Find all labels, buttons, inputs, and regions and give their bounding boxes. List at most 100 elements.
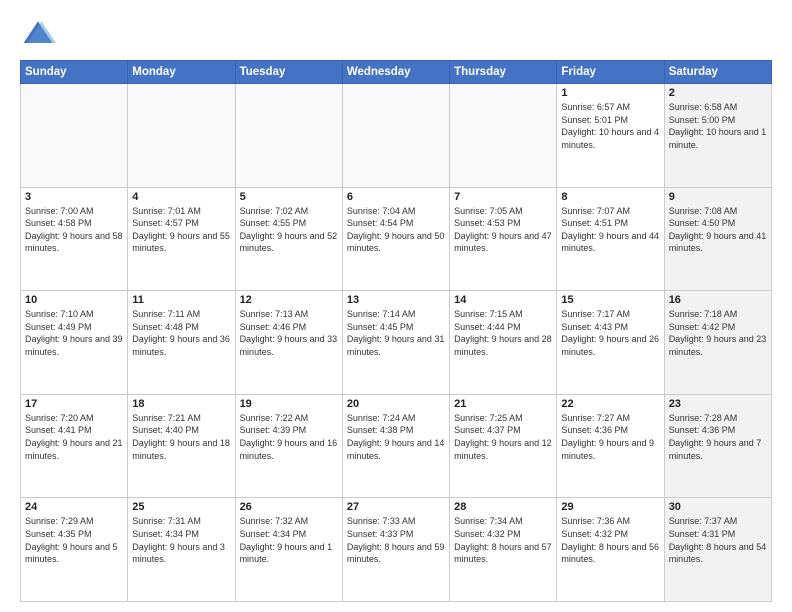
- day-number: 14: [454, 294, 552, 306]
- calendar-cell: 27 Sunrise: 7:33 AM Sunset: 4:33 PM Dayli…: [342, 498, 449, 602]
- day-number: 26: [240, 501, 338, 513]
- weekday-header-saturday: Saturday: [664, 61, 771, 84]
- calendar-cell: 12 Sunrise: 7:13 AM Sunset: 4:46 PM Dayli…: [235, 291, 342, 395]
- day-info: Sunrise: 7:02 AM Sunset: 4:55 PM Dayligh…: [240, 205, 338, 255]
- day-number: 27: [347, 501, 445, 513]
- calendar-cell: 8Sunrise: 7:07 AM Sunset: 4:51 PM Daylig…: [557, 187, 664, 291]
- day-number: 5: [240, 191, 338, 203]
- page: SundayMondayTuesdayWednesdayThursdayFrid…: [0, 0, 792, 612]
- header: [20, 16, 772, 52]
- weekday-header-tuesday: Tuesday: [235, 61, 342, 84]
- day-info: Sunrise: 7:25 AM Sunset: 4:37 PM Dayligh…: [454, 412, 552, 462]
- calendar-week-1: 1 Sunrise: 6:57 AM Sunset: 5:01 PM Daylig…: [21, 84, 772, 188]
- day-info: Sunrise: 7:37 AM Sunset: 4:31 PM Dayligh…: [669, 515, 767, 565]
- day-number: 19: [240, 398, 338, 410]
- calendar-cell: 25 Sunrise: 7:31 AM Sunset: 4:34 PM Dayli…: [128, 498, 235, 602]
- calendar-cell: 23 Sunrise: 7:28 AM Sunset: 4:36 PM Dayli…: [664, 394, 771, 498]
- logo: [20, 16, 60, 52]
- day-number: 6: [347, 191, 445, 203]
- calendar-cell: 29 Sunrise: 7:36 AM Sunset: 4:32 PM Dayli…: [557, 498, 664, 602]
- day-number: 24: [25, 501, 123, 513]
- weekday-header-friday: Friday: [557, 61, 664, 84]
- day-info: Sunrise: 7:05 AM Sunset: 4:53 PM Dayligh…: [454, 205, 552, 255]
- day-info: Sunrise: 7:28 AM Sunset: 4:36 PM Dayligh…: [669, 412, 767, 462]
- calendar-cell: 17 Sunrise: 7:20 AM Sunset: 4:41 PM Dayli…: [21, 394, 128, 498]
- day-number: 21: [454, 398, 552, 410]
- weekday-header-thursday: Thursday: [450, 61, 557, 84]
- day-info: Sunrise: 7:33 AM Sunset: 4:33 PM Dayligh…: [347, 515, 445, 565]
- calendar-cell: 1 Sunrise: 6:57 AM Sunset: 5:01 PM Daylig…: [557, 84, 664, 188]
- calendar-cell: 2Sunrise: 6:58 AM Sunset: 5:00 PM Daylig…: [664, 84, 771, 188]
- day-info: Sunrise: 7:07 AM Sunset: 4:51 PM Dayligh…: [561, 205, 659, 255]
- day-info: Sunrise: 7:32 AM Sunset: 4:34 PM Dayligh…: [240, 515, 338, 565]
- day-info: Sunrise: 7:11 AM Sunset: 4:48 PM Dayligh…: [132, 308, 230, 358]
- calendar-cell: [235, 84, 342, 188]
- day-info: Sunrise: 7:36 AM Sunset: 4:32 PM Dayligh…: [561, 515, 659, 565]
- calendar-cell: 6Sunrise: 7:04 AM Sunset: 4:54 PM Daylig…: [342, 187, 449, 291]
- calendar-cell: 5 Sunrise: 7:02 AM Sunset: 4:55 PM Daylig…: [235, 187, 342, 291]
- calendar-cell: 4 Sunrise: 7:01 AM Sunset: 4:57 PM Daylig…: [128, 187, 235, 291]
- calendar-cell: 19 Sunrise: 7:22 AM Sunset: 4:39 PM Dayli…: [235, 394, 342, 498]
- calendar-cell: 14 Sunrise: 7:15 AM Sunset: 4:44 PM Dayli…: [450, 291, 557, 395]
- calendar-cell: 3 Sunrise: 7:00 AM Sunset: 4:58 PM Daylig…: [21, 187, 128, 291]
- calendar-week-5: 24 Sunrise: 7:29 AM Sunset: 4:35 PM Dayli…: [21, 498, 772, 602]
- day-info: Sunrise: 7:31 AM Sunset: 4:34 PM Dayligh…: [132, 515, 230, 565]
- day-number: 17: [25, 398, 123, 410]
- day-number: 22: [561, 398, 659, 410]
- calendar-cell: 15 Sunrise: 7:17 AM Sunset: 4:43 PM Dayli…: [557, 291, 664, 395]
- day-number: 20: [347, 398, 445, 410]
- day-info: Sunrise: 7:20 AM Sunset: 4:41 PM Dayligh…: [25, 412, 123, 462]
- day-info: Sunrise: 7:27 AM Sunset: 4:36 PM Dayligh…: [561, 412, 659, 462]
- day-number: 4: [132, 191, 230, 203]
- calendar-cell: 10 Sunrise: 7:10 AM Sunset: 4:49 PM Dayli…: [21, 291, 128, 395]
- day-number: 29: [561, 501, 659, 513]
- day-info: Sunrise: 7:29 AM Sunset: 4:35 PM Dayligh…: [25, 515, 123, 565]
- day-info: Sunrise: 7:22 AM Sunset: 4:39 PM Dayligh…: [240, 412, 338, 462]
- day-number: 9: [669, 191, 767, 203]
- calendar-week-2: 3 Sunrise: 7:00 AM Sunset: 4:58 PM Daylig…: [21, 187, 772, 291]
- calendar-cell: 24 Sunrise: 7:29 AM Sunset: 4:35 PM Dayli…: [21, 498, 128, 602]
- day-info: Sunrise: 7:18 AM Sunset: 4:42 PM Dayligh…: [669, 308, 767, 358]
- day-number: 3: [25, 191, 123, 203]
- calendar-week-3: 10 Sunrise: 7:10 AM Sunset: 4:49 PM Dayli…: [21, 291, 772, 395]
- day-info: Sunrise: 7:10 AM Sunset: 4:49 PM Dayligh…: [25, 308, 123, 358]
- calendar-cell: 22 Sunrise: 7:27 AM Sunset: 4:36 PM Dayli…: [557, 394, 664, 498]
- day-info: Sunrise: 6:57 AM Sunset: 5:01 PM Dayligh…: [561, 101, 659, 151]
- day-number: 16: [669, 294, 767, 306]
- logo-icon: [20, 16, 56, 52]
- calendar-cell: 9 Sunrise: 7:08 AM Sunset: 4:50 PM Daylig…: [664, 187, 771, 291]
- day-info: Sunrise: 7:21 AM Sunset: 4:40 PM Dayligh…: [132, 412, 230, 462]
- day-info: Sunrise: 7:15 AM Sunset: 4:44 PM Dayligh…: [454, 308, 552, 358]
- day-number: 10: [25, 294, 123, 306]
- calendar-cell: 30 Sunrise: 7:37 AM Sunset: 4:31 PM Dayli…: [664, 498, 771, 602]
- calendar-cell: 18Sunrise: 7:21 AM Sunset: 4:40 PM Dayli…: [128, 394, 235, 498]
- calendar-cell: 16 Sunrise: 7:18 AM Sunset: 4:42 PM Dayli…: [664, 291, 771, 395]
- day-number: 25: [132, 501, 230, 513]
- weekday-header-sunday: Sunday: [21, 61, 128, 84]
- day-info: Sunrise: 7:17 AM Sunset: 4:43 PM Dayligh…: [561, 308, 659, 358]
- calendar-header-row: SundayMondayTuesdayWednesdayThursdayFrid…: [21, 61, 772, 84]
- calendar-cell: 20 Sunrise: 7:24 AM Sunset: 4:38 PM Dayli…: [342, 394, 449, 498]
- day-info: Sunrise: 7:14 AM Sunset: 4:45 PM Dayligh…: [347, 308, 445, 358]
- day-number: 23: [669, 398, 767, 410]
- day-info: Sunrise: 7:13 AM Sunset: 4:46 PM Dayligh…: [240, 308, 338, 358]
- day-number: 12: [240, 294, 338, 306]
- weekday-header-monday: Monday: [128, 61, 235, 84]
- day-number: 30: [669, 501, 767, 513]
- day-info: Sunrise: 7:01 AM Sunset: 4:57 PM Dayligh…: [132, 205, 230, 255]
- calendar-cell: 7 Sunrise: 7:05 AM Sunset: 4:53 PM Daylig…: [450, 187, 557, 291]
- day-info: Sunrise: 6:58 AM Sunset: 5:00 PM Dayligh…: [669, 101, 767, 151]
- calendar-table: SundayMondayTuesdayWednesdayThursdayFrid…: [20, 60, 772, 602]
- calendar-cell: [450, 84, 557, 188]
- calendar-cell: 28Sunrise: 7:34 AM Sunset: 4:32 PM Dayli…: [450, 498, 557, 602]
- day-number: 11: [132, 294, 230, 306]
- calendar-cell: 11 Sunrise: 7:11 AM Sunset: 4:48 PM Dayli…: [128, 291, 235, 395]
- day-number: 15: [561, 294, 659, 306]
- day-number: 1: [561, 87, 659, 99]
- day-number: 7: [454, 191, 552, 203]
- calendar-cell: [21, 84, 128, 188]
- day-info: Sunrise: 7:24 AM Sunset: 4:38 PM Dayligh…: [347, 412, 445, 462]
- calendar-cell: 13Sunrise: 7:14 AM Sunset: 4:45 PM Dayli…: [342, 291, 449, 395]
- day-info: Sunrise: 7:08 AM Sunset: 4:50 PM Dayligh…: [669, 205, 767, 255]
- day-info: Sunrise: 7:00 AM Sunset: 4:58 PM Dayligh…: [25, 205, 123, 255]
